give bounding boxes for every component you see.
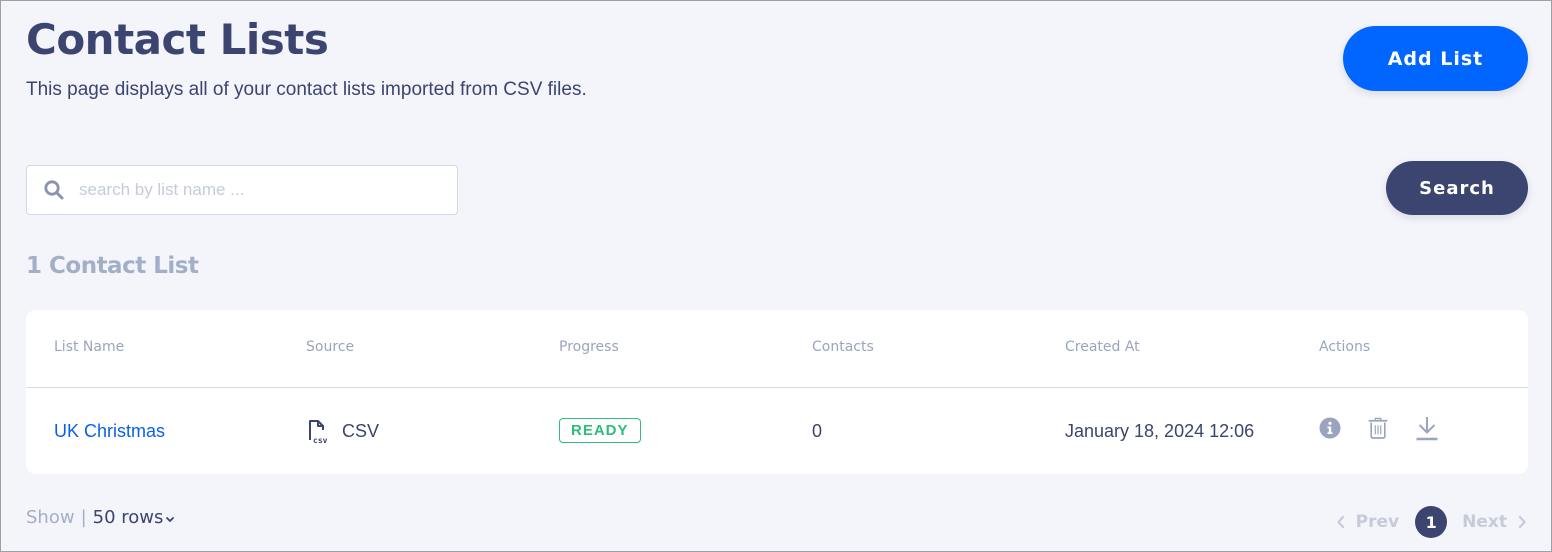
status-badge: READY xyxy=(559,418,641,443)
info-icon xyxy=(1319,417,1341,439)
list-name-link[interactable]: UK Christmas xyxy=(54,421,165,442)
next-page-button[interactable]: Next xyxy=(1462,512,1527,532)
table-header: List Name Source Progress Contacts Creat… xyxy=(26,310,1528,388)
search-box xyxy=(26,165,458,215)
pagination: Prev 1 Next xyxy=(1336,506,1527,538)
contact-list-count: 1 Contact List xyxy=(26,253,199,279)
cell-source: csv CSV xyxy=(306,418,380,445)
chevron-left-icon xyxy=(1336,515,1344,529)
separator: | xyxy=(80,507,87,528)
page-subtitle: This page displays all of your contact l… xyxy=(26,79,587,100)
rows-per-page-select[interactable]: 50 rows xyxy=(93,507,176,528)
trash-icon xyxy=(1368,417,1388,439)
search-input[interactable] xyxy=(79,180,439,200)
download-button[interactable] xyxy=(1414,414,1440,442)
download-icon xyxy=(1416,417,1438,441)
source-label: CSV xyxy=(342,420,380,441)
next-label: Next xyxy=(1462,512,1507,532)
cell-actions xyxy=(1318,414,1440,442)
delete-button[interactable] xyxy=(1366,414,1390,442)
prev-label: Prev xyxy=(1355,512,1400,532)
page-number-current[interactable]: 1 xyxy=(1415,506,1448,538)
info-button[interactable] xyxy=(1318,414,1342,442)
column-header-contacts[interactable]: Contacts xyxy=(812,339,874,355)
search-icon xyxy=(43,179,65,201)
rows-per-page-control: Show | 50 rows xyxy=(26,507,175,528)
show-label: Show xyxy=(26,507,75,528)
column-header-actions: Actions xyxy=(1319,339,1371,355)
cell-created-at: January 18, 2024 12:06 xyxy=(1065,421,1255,441)
search-button[interactable]: Search xyxy=(1386,161,1528,215)
column-header-created-at[interactable]: Created At xyxy=(1065,339,1140,355)
column-header-source[interactable]: Source xyxy=(306,339,354,355)
cell-list-name: UK Christmas xyxy=(54,421,165,442)
page-title: Contact Lists xyxy=(26,15,329,64)
contact-lists-table: List Name Source Progress Contacts Creat… xyxy=(26,310,1528,474)
cell-contacts: 0 xyxy=(812,421,823,441)
add-list-button[interactable]: Add List xyxy=(1343,26,1528,91)
chevron-down-icon xyxy=(166,516,175,522)
rows-per-page-value: 50 rows xyxy=(92,507,164,528)
column-header-progress[interactable]: Progress xyxy=(559,339,619,355)
csv-file-icon: csv xyxy=(306,418,332,445)
svg-text:csv: csv xyxy=(313,436,328,444)
column-header-list-name[interactable]: List Name xyxy=(54,339,124,355)
chevron-right-icon xyxy=(1518,515,1526,529)
prev-page-button[interactable]: Prev xyxy=(1336,512,1399,532)
